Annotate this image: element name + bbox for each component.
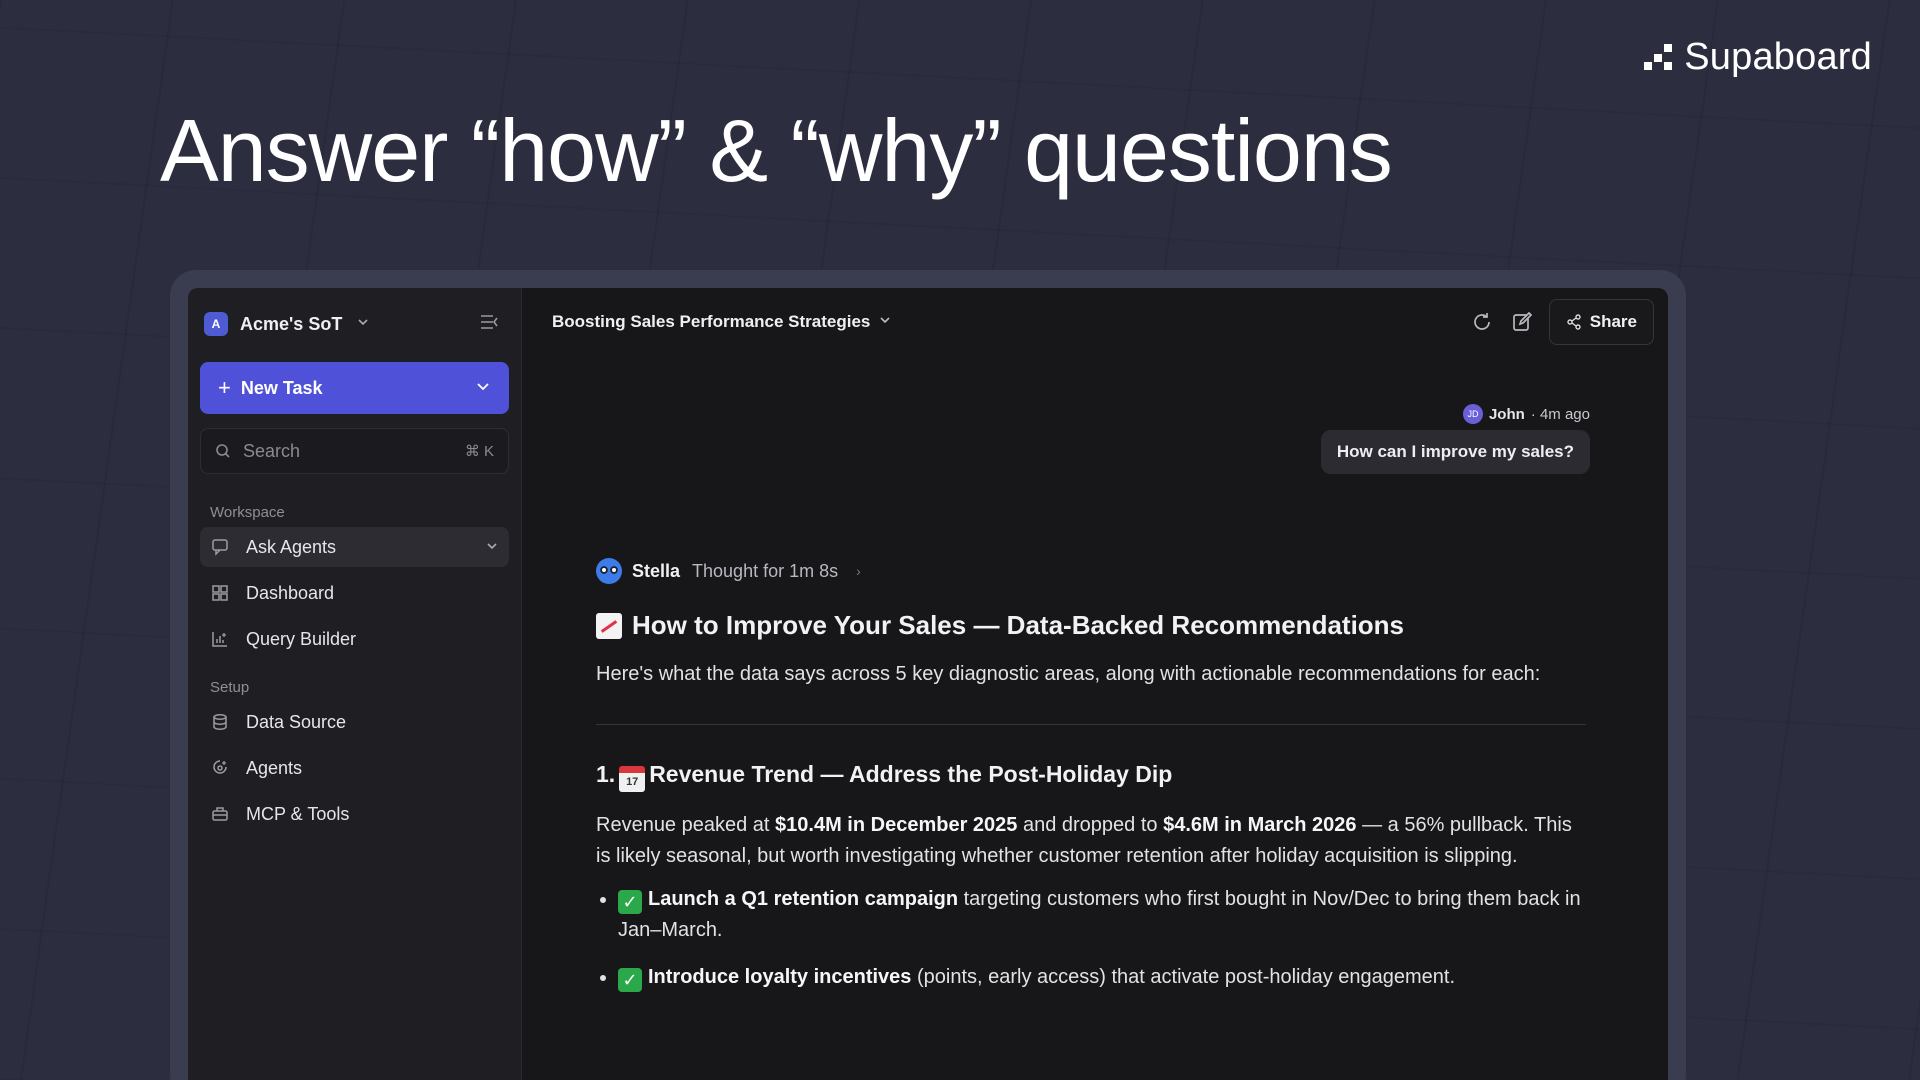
agent-icon <box>210 758 230 778</box>
sidebar-item-label: Ask Agents <box>246 536 337 557</box>
conversation-title: Boosting Sales Performance Strategies <box>552 312 871 331</box>
list-item: ✓ Introduce loyalty incentives (points, e… <box>618 962 1586 993</box>
toolbox-icon <box>210 804 230 824</box>
database-icon <box>210 712 230 732</box>
new-task-label: New Task <box>240 377 323 398</box>
share-label: Share <box>1589 312 1637 331</box>
agent-thought-toggle[interactable]: Thought for 1m 8s <box>692 561 838 582</box>
recommendation-list: ✓Launch a Q1 retention campaign targetin… <box>596 884 1586 993</box>
brand-logo: Supaboard <box>1644 36 1872 79</box>
collapse-sidebar-icon[interactable] <box>479 313 501 336</box>
section-label-workspace: Workspace <box>210 504 285 521</box>
sidebar-item-label: Query Builder <box>246 628 357 649</box>
chevron-down-icon[interactable] <box>475 378 491 399</box>
list-item: ✓Launch a Q1 retention campaign targetin… <box>618 884 1586 946</box>
workspace-avatar: A <box>204 312 228 336</box>
section-label-setup: Setup <box>210 679 250 696</box>
workspace-switcher[interactable]: A Acme's SoT <box>200 304 509 344</box>
bold-text: Launch a Q1 retention campaign <box>648 888 959 910</box>
check-mark-icon: ✓ <box>618 968 642 992</box>
sidebar-item-agents[interactable]: Agents <box>200 748 509 788</box>
sidebar-item-ask-agents[interactable]: Ask Agents <box>200 527 509 567</box>
avatar: JD <box>1462 404 1483 424</box>
conversation-title-dropdown[interactable]: Boosting Sales Performance Strategies <box>552 312 892 332</box>
chevron-down-icon <box>878 312 892 332</box>
chevron-down-icon[interactable] <box>485 537 499 558</box>
sidebar-item-label: Dashboard <box>246 582 335 603</box>
search-placeholder: Search <box>243 440 301 461</box>
bold-text: Introduce loyalty incentives <box>648 966 912 988</box>
answer-intro: Here's what the data says across 5 key d… <box>596 663 1541 685</box>
page-headline: Answer “how” & “why” questions <box>160 101 1393 200</box>
search-shortcut: ⌘ K <box>464 443 494 460</box>
chat-main: Boosting Sales Performance Strategies Sh… <box>522 288 1668 1080</box>
chart-icon <box>210 629 230 649</box>
brand-name: Supaboard <box>1684 36 1872 78</box>
agent-name: Stella <box>632 560 681 581</box>
user-name: John <box>1488 405 1525 423</box>
chat-icon <box>210 537 230 557</box>
sidebar-item-label: Data Source <box>246 711 347 732</box>
dashboard-icon <box>210 583 230 603</box>
plus-icon: + <box>218 375 231 400</box>
chat-topbar: Boosting Sales Performance Strategies Sh… <box>522 288 1668 356</box>
divider <box>596 724 1586 725</box>
agent-header: Stella Thought for 1m 8s › <box>596 558 1586 584</box>
sidebar-item-label: Agents <box>246 757 303 778</box>
sidebar-item-label: MCP & Tools <box>246 803 350 824</box>
share-button[interactable]: Share <box>1548 299 1654 345</box>
agent-answer: Stella Thought for 1m 8s › How to Improv… <box>596 558 1586 1009</box>
sidebar-item-data-source[interactable]: Data Source <box>200 702 509 742</box>
share-icon <box>1566 314 1582 330</box>
user-message-bubble: How can I improve my sales? <box>1320 430 1590 474</box>
text-run: and dropped to <box>1017 814 1164 836</box>
supaboard-logo-icon <box>1644 43 1673 72</box>
section-title: Revenue Trend — Address the Post-Holiday… <box>649 761 1173 787</box>
search-input[interactable]: Search ⌘ K <box>200 428 509 474</box>
sidebar: A Acme's SoT + New Task Search ⌘ K Works… <box>188 288 522 1080</box>
agent-avatar-icon <box>596 558 622 584</box>
workspace-name: Acme's SoT <box>240 313 343 334</box>
new-task-button[interactable]: + New Task <box>200 362 509 414</box>
check-mark-icon: ✓ <box>618 890 642 914</box>
topbar-actions: Share <box>1469 299 1654 345</box>
sidebar-item-dashboard[interactable]: Dashboard <box>200 573 509 613</box>
section-heading: 1. 17 Revenue Trend — Address the Post-Hol… <box>596 761 1586 792</box>
section-paragraph: Revenue peaked at $10.4M in December 202… <box>596 810 1586 872</box>
refresh-icon[interactable] <box>1469 309 1495 335</box>
chevron-right-icon[interactable]: › <box>856 563 861 579</box>
section-number: 1. <box>596 761 616 787</box>
calendar-icon: 17 <box>619 766 646 792</box>
chart-increasing-icon <box>596 612 622 639</box>
sidebar-item-mcp-tools[interactable]: MCP & Tools <box>200 794 509 834</box>
bold-text: $4.6M in March 2026 <box>1163 814 1357 836</box>
edit-icon[interactable] <box>1509 309 1535 335</box>
bold-text: $10.4M in December 2025 <box>775 814 1018 836</box>
answer-heading-text: How to Improve Your Sales — Data-Backed … <box>632 610 1405 640</box>
chevron-down-icon <box>356 315 370 334</box>
search-icon <box>215 443 231 459</box>
answer-heading: How to Improve Your Sales — Data-Backed … <box>596 610 1586 641</box>
text-run: (points, early access) that activate pos… <box>911 966 1456 988</box>
text-run: Revenue peaked at <box>596 814 776 836</box>
message-time: · 4m ago <box>1530 405 1590 423</box>
user-message-meta: JD John · 4m ago <box>1462 404 1590 424</box>
sidebar-item-query-builder[interactable]: Query Builder <box>200 619 509 659</box>
app-window: A Acme's SoT + New Task Search ⌘ K Works… <box>188 288 1668 1080</box>
